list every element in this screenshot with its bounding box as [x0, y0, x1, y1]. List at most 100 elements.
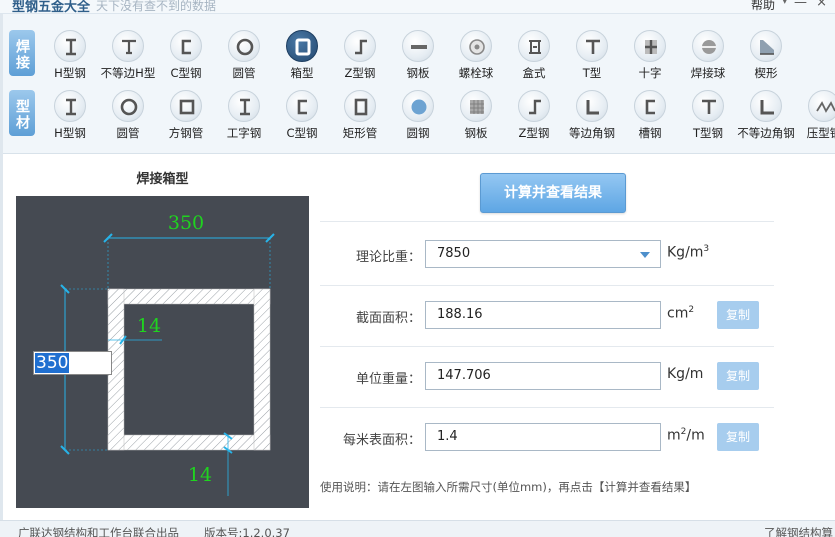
bolt-ball-icon[interactable] — [460, 30, 492, 62]
toolbar-item-label: 不等边角钢 — [737, 126, 795, 140]
minimize-button[interactable]: — — [794, 0, 807, 10]
toolbar-item[interactable]: 楔形 — [737, 28, 795, 88]
unit-weight-field[interactable]: 147.706 — [425, 362, 661, 390]
close-button[interactable]: × — [816, 0, 827, 10]
box-section-icon[interactable] — [286, 30, 318, 62]
channel-icon[interactable] — [634, 90, 666, 122]
toolbar-item[interactable]: 圆钢 — [389, 88, 447, 148]
section-drawing: 350 14 14 350 — [16, 196, 309, 508]
chevron-down-icon[interactable] — [640, 252, 650, 258]
density-value: 7850 — [437, 246, 471, 261]
round-tube-icon[interactable] — [228, 30, 260, 62]
toolbar-item[interactable]: 槽钢 — [621, 88, 679, 148]
density-label: 理论比重： — [355, 250, 421, 265]
t-section-icon[interactable] — [692, 90, 724, 122]
toolbar-item[interactable]: C型钢 — [157, 28, 215, 88]
toolbar-item[interactable]: 矩形管 — [331, 88, 389, 148]
density-row: 理论比重： 7850 Kg/m3 — [320, 240, 835, 268]
help-menu[interactable]: 帮助 — [751, 0, 775, 13]
wedge-icon[interactable] — [750, 30, 782, 62]
steel-plate-icon[interactable] — [402, 30, 434, 62]
cross-section-icon[interactable] — [634, 30, 666, 62]
c-channel-icon[interactable] — [286, 90, 318, 122]
section-toolbar: 焊接 H型钢 不等边H型 C型钢 圆管 箱型 Z型钢 钢板 螺栓球 盒式 T型 十字 焊接球 楔形 型材… — [3, 14, 835, 154]
toolbar-item[interactable]: 方钢管 — [157, 88, 215, 148]
round-bar-icon[interactable] — [402, 90, 434, 122]
equal-angle-icon[interactable] — [576, 90, 608, 122]
toolbar-item[interactable]: H型钢 — [41, 28, 99, 88]
surface-field[interactable]: 1.4 — [425, 423, 661, 451]
unit-weight-label: 单位重量： — [355, 372, 421, 387]
area-value: 188.16 — [437, 307, 483, 322]
square-tube-icon[interactable] — [170, 90, 202, 122]
toolbar-item[interactable]: 圆管 — [99, 88, 157, 148]
calculate-button[interactable]: 计算并查看结果 — [480, 173, 626, 213]
app-slogan: 天下没有查不到的数据 — [96, 0, 217, 13]
toolbar-item[interactable]: T型 — [563, 28, 621, 88]
t-beam-icon[interactable] — [112, 30, 144, 62]
toolbar-item[interactable]: 钢板 — [447, 88, 505, 148]
profiled-sheet-icon[interactable] — [808, 90, 835, 122]
copy-surface-button[interactable]: 复制 — [717, 423, 759, 451]
learn-more-link[interactable]: 了解钢结构算 — [764, 525, 833, 537]
t-section-icon[interactable] — [576, 30, 608, 62]
round-tube-icon[interactable] — [112, 90, 144, 122]
toolbar-item[interactable]: 十字 — [621, 28, 679, 88]
copy-area-button[interactable]: 复制 — [717, 301, 759, 329]
toolbar-item[interactable]: 箱型 — [273, 28, 331, 88]
toolbar-item[interactable]: 不等边H型 — [99, 28, 157, 88]
toolbar-item-label: T型钢 — [692, 126, 724, 140]
profile-group-label: 型材 — [9, 90, 35, 136]
chevron-down-icon[interactable]: ▾ — [782, 0, 787, 7]
toolbar-item[interactable]: 等边角钢 — [563, 88, 621, 148]
toolbar-item[interactable]: 工字钢 — [215, 88, 273, 148]
area-field[interactable]: 188.16 — [425, 301, 661, 329]
usage-note: 使用说明：请在左图输入所需尺寸(单位mm)，再点击【计算并查看结果】 — [320, 480, 697, 494]
toolbar-item-label: 焊接球 — [690, 66, 726, 80]
box-type-icon[interactable] — [518, 30, 550, 62]
toolbar-item[interactable]: 圆管 — [215, 28, 273, 88]
toolbar-item[interactable]: 压型钢 — [795, 88, 835, 148]
toolbar-item-label: 楔形 — [754, 66, 778, 80]
toolbar-item[interactable]: 钢板 — [389, 28, 447, 88]
unit-weight-unit: Kg/m — [667, 366, 704, 382]
toolbar-item[interactable]: 焊接球 — [679, 28, 737, 88]
toolbar-item-label: 螺栓球 — [458, 66, 494, 80]
toolbar-item-label: Z型钢 — [518, 126, 550, 140]
toolbar-item-label: 十字 — [638, 66, 662, 80]
height-dimension-input[interactable]: 350 — [33, 351, 112, 375]
z-section-icon[interactable] — [518, 90, 550, 122]
surface-label: 每米表面积： — [342, 433, 421, 448]
toolbar-item[interactable]: T型钢 — [679, 88, 737, 148]
toolbar-item[interactable]: H型钢 — [41, 88, 99, 148]
checker-plate-icon[interactable] — [460, 90, 492, 122]
surface-row: 每米表面积： 1.4 m2/m 复制 — [320, 423, 835, 451]
area-unit: cm2 — [667, 305, 695, 322]
rect-tube-icon[interactable] — [344, 90, 376, 122]
title-bar: 型钢五金大全 天下没有查不到的数据 帮助 ▾ — × — [0, 0, 835, 14]
i-beam-icon[interactable] — [228, 90, 260, 122]
copy-unit-weight-button[interactable]: 复制 — [717, 362, 759, 390]
toolbar-item[interactable]: 螺栓球 — [447, 28, 505, 88]
width-dimension-label[interactable]: 350 — [168, 212, 204, 234]
welded-ball-icon[interactable] — [692, 30, 724, 62]
toolbar-item[interactable]: C型钢 — [273, 88, 331, 148]
toolbar-item-label: 压型钢 — [806, 126, 835, 140]
flange-thickness-label[interactable]: 14 — [188, 464, 212, 486]
toolbar-item[interactable]: 不等边角钢 — [737, 88, 795, 148]
h-beam-icon[interactable] — [54, 30, 86, 62]
unequal-angle-icon[interactable] — [750, 90, 782, 122]
toolbar-item[interactable]: Z型钢 — [331, 28, 389, 88]
top-flange — [107, 288, 271, 305]
drawing-caption: 焊接箱型 — [136, 172, 189, 187]
divider — [320, 346, 774, 347]
z-section-icon[interactable] — [344, 30, 376, 62]
height-dimension-value[interactable]: 350 — [35, 353, 70, 373]
c-channel-icon[interactable] — [170, 30, 202, 62]
toolbar-item[interactable]: Z型钢 — [505, 88, 563, 148]
density-select[interactable]: 7850 — [425, 240, 661, 268]
toolbar-item[interactable]: 盒式 — [505, 28, 563, 88]
h-beam-icon[interactable] — [54, 90, 86, 122]
web-thickness-label[interactable]: 14 — [137, 315, 161, 337]
surface-value: 1.4 — [437, 429, 458, 444]
